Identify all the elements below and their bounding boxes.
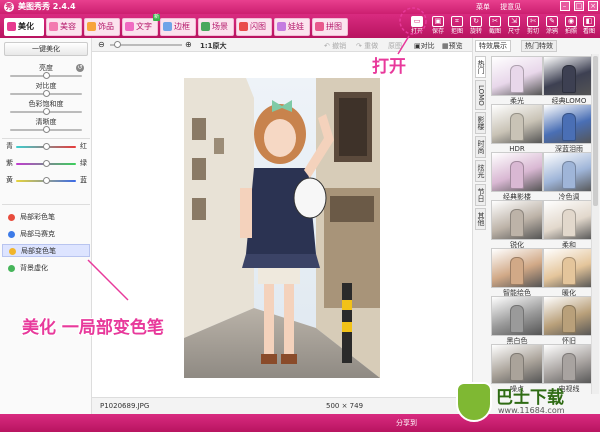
callout-circle	[399, 7, 427, 35]
open-callout-text: 打开	[372, 57, 406, 77]
watermark-url: www.11684.com	[498, 406, 565, 415]
watermark: 巴士下载 www.11684.com	[456, 382, 598, 430]
watermark-logo-icon	[456, 382, 492, 422]
watermark-title: 巴士下载	[496, 388, 564, 408]
caption-text: 美化 一局部变色笔	[22, 318, 164, 338]
caption-line	[87, 259, 129, 301]
annotation-overlay	[87, 7, 427, 301]
